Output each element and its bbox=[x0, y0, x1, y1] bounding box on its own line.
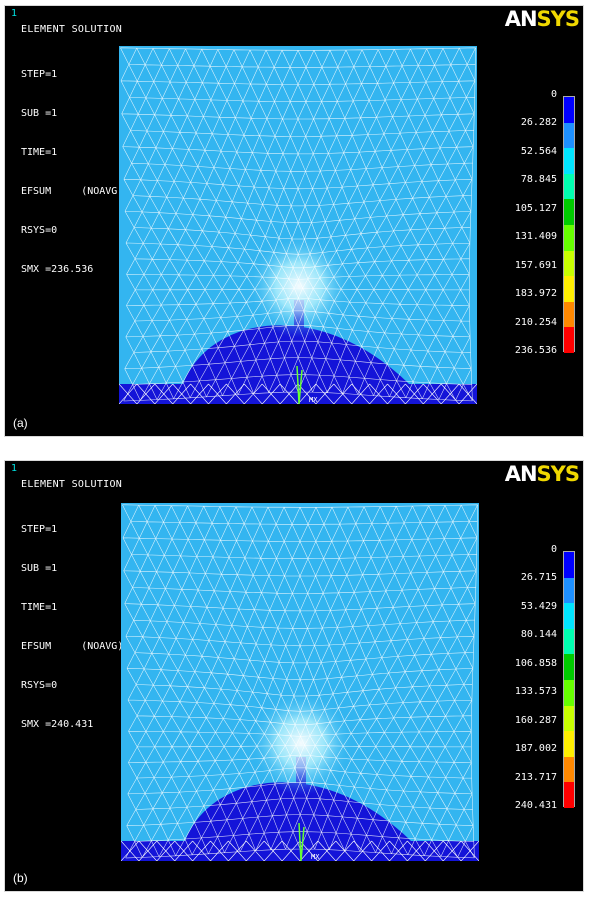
legend-swatch bbox=[564, 731, 574, 758]
mesh-plot: MX bbox=[121, 503, 479, 861]
legend-value: 183.972 bbox=[514, 288, 557, 300]
legend-swatch bbox=[564, 705, 574, 732]
mesh-plot: MX bbox=[119, 46, 477, 404]
legend-swatch bbox=[564, 122, 574, 149]
color-legend: 0 26.715 53.429 80.144 106.858 133.573 160.287… bbox=[505, 544, 575, 815]
legend-swatch bbox=[564, 782, 574, 809]
info-sub: SUB =1 bbox=[21, 563, 58, 574]
solution-info: STEP=1 SUB =1 TIME=1 EFSUM (NOAVG) RSYS=… bbox=[21, 497, 123, 757]
info-efsum: EFSUM (NOAVG) bbox=[21, 186, 124, 197]
legend-bar bbox=[563, 96, 575, 354]
legend-swatch bbox=[564, 301, 574, 328]
info-time: TIME=1 bbox=[21, 602, 58, 613]
legend-swatch bbox=[564, 628, 574, 655]
legend-value: 26.282 bbox=[520, 117, 557, 129]
info-efsum: EFSUM (NOAVG) bbox=[21, 641, 124, 652]
legend-value: 133.573 bbox=[514, 686, 557, 698]
panel-caption: (a) bbox=[13, 416, 28, 430]
legend-swatch bbox=[564, 756, 574, 783]
legend-swatch bbox=[564, 552, 574, 579]
legend-value: 78.845 bbox=[520, 174, 557, 186]
legend-swatch bbox=[564, 577, 574, 604]
ansys-logo: ANSYS bbox=[504, 462, 580, 486]
legend-value: 26.715 bbox=[520, 572, 557, 584]
legend-value: 53.429 bbox=[520, 600, 557, 612]
window-number: 1 bbox=[11, 8, 18, 19]
legend-swatch bbox=[564, 173, 574, 200]
legend-swatch bbox=[564, 225, 574, 252]
legend-value: 80.144 bbox=[520, 629, 557, 641]
info-smx: SMX =236.536 bbox=[21, 264, 94, 275]
legend-value: 0 bbox=[550, 89, 557, 100]
legend-value: 131.409 bbox=[514, 231, 557, 243]
legend-swatch bbox=[564, 654, 574, 681]
legend-swatch bbox=[564, 327, 574, 354]
color-legend: 0 26.282 52.564 78.845 105.127 131.409 157.691… bbox=[505, 89, 575, 360]
plot-title: ELEMENT SOLUTION bbox=[21, 24, 123, 35]
legend-value: 106.858 bbox=[514, 657, 557, 669]
info-smx: SMX =240.431 bbox=[21, 719, 94, 730]
legend-swatch bbox=[564, 603, 574, 630]
panel-b: 1 ELEMENT SOLUTION STEP=1 SUB =1 TIME=1 … bbox=[4, 460, 584, 892]
legend-swatch bbox=[564, 148, 574, 175]
legend-swatch bbox=[564, 276, 574, 303]
mx-label: MX bbox=[309, 396, 318, 404]
panel-a: 1 ELEMENT SOLUTION STEP=1 SUB =1 TIME=1 … bbox=[4, 5, 584, 437]
info-step: STEP=1 bbox=[21, 524, 58, 535]
legend-value: 105.127 bbox=[514, 202, 557, 214]
solution-info: STEP=1 SUB =1 TIME=1 EFSUM (NOAVG) RSYS=… bbox=[21, 42, 123, 302]
legend-value: 240.431 bbox=[514, 800, 557, 811]
legend-value: 0 bbox=[550, 544, 557, 555]
legend-value: 210.254 bbox=[514, 316, 557, 328]
info-sub: SUB =1 bbox=[21, 108, 58, 119]
legend-value: 213.717 bbox=[514, 771, 557, 783]
legend-value: 52.564 bbox=[520, 145, 557, 157]
legend-bar bbox=[563, 551, 575, 809]
window-number: 1 bbox=[11, 463, 18, 474]
legend-value: 160.287 bbox=[514, 714, 557, 726]
legend-value: 236.536 bbox=[514, 345, 557, 356]
panel-caption: (b) bbox=[13, 871, 28, 885]
legend-swatch bbox=[564, 250, 574, 277]
info-step: STEP=1 bbox=[21, 69, 58, 80]
plot-title: ELEMENT SOLUTION bbox=[21, 479, 123, 490]
legend-value: 157.691 bbox=[514, 259, 557, 271]
info-time: TIME=1 bbox=[21, 147, 58, 158]
legend-swatch bbox=[564, 97, 574, 124]
mx-label: MX bbox=[311, 853, 320, 861]
legend-value: 187.002 bbox=[514, 743, 557, 755]
legend-swatch bbox=[564, 199, 574, 226]
ansys-logo: ANSYS bbox=[504, 7, 580, 31]
info-rsys: RSYS=0 bbox=[21, 225, 58, 236]
info-rsys: RSYS=0 bbox=[21, 680, 58, 691]
legend-swatch bbox=[564, 680, 574, 707]
